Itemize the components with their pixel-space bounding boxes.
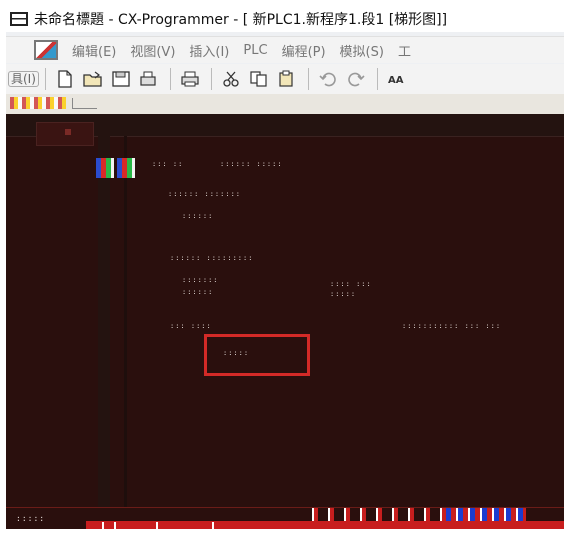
selected-cell-cursor[interactable]: ::::: — [204, 334, 310, 376]
redo-icon — [348, 72, 365, 87]
rung-4-output[interactable]: ::::::::::: ::: ::: — [402, 322, 501, 330]
rung-1-contact[interactable]: ::: :: — [152, 160, 183, 168]
print-icon — [181, 71, 199, 87]
rung-3-contact[interactable]: :::::: ::::::::: — [170, 254, 253, 262]
rung-3-output[interactable]: ::::: — [330, 290, 356, 298]
redo-button[interactable] — [343, 68, 369, 90]
app-icon[interactable] — [10, 12, 28, 26]
ladder-symbol-icons[interactable] — [10, 97, 66, 109]
toolbar-separator — [210, 68, 212, 90]
save-icon — [112, 71, 130, 87]
main-window: 未命名標題 - CX-Programmer - [ 新PLC1.新程序1.段1 … — [6, 6, 564, 529]
svg-text:AA: AA — [388, 75, 404, 86]
rung-4-contact[interactable]: ::: :::: — [170, 322, 212, 330]
rung-2-operand[interactable]: ::::::: — [182, 276, 219, 284]
find-icon: AA — [388, 75, 404, 86]
menu-program[interactable]: 编程(P) — [282, 41, 326, 60]
selected-cell-text: ::::: — [223, 349, 250, 357]
standard-toolbar: 具(I) AA — [6, 64, 564, 94]
secondary-toolbar — [6, 94, 564, 115]
left-power-rail — [98, 136, 110, 507]
menu-plc[interactable]: PLC — [243, 43, 267, 58]
rung-1-comment: :::::: — [182, 212, 214, 220]
undo-button[interactable] — [315, 68, 341, 90]
rung-cursor-marker[interactable] — [96, 158, 138, 178]
undo-icon — [319, 72, 336, 87]
toolbar-separator — [307, 68, 309, 90]
menu-simulate[interactable]: 模拟(S) — [340, 41, 384, 60]
find-button[interactable]: AA — [384, 68, 410, 90]
rung-1-coil[interactable]: :::::: ::::: — [220, 160, 283, 168]
rung-3-operand[interactable]: :::::: — [182, 288, 213, 296]
open-folder-icon — [83, 71, 102, 87]
cut-icon — [223, 71, 239, 87]
ladder-editor[interactable]: ::: :: :::::: ::::: :::::: :::::: ::::::… — [6, 114, 564, 507]
toolbar-separator — [376, 68, 378, 90]
rung-2-output[interactable]: :::: ::: — [330, 280, 372, 288]
status-tick — [114, 522, 116, 529]
status-bar: ::::: — [6, 507, 564, 529]
title-bar[interactable]: 未命名標題 - CX-Programmer - [ 新PLC1.新程序1.段1 … — [6, 6, 564, 32]
toolbar-separator — [169, 68, 171, 90]
status-tick — [156, 522, 158, 529]
menu-view[interactable]: 视图(V) — [130, 41, 175, 60]
print-button[interactable] — [177, 68, 203, 90]
paste-icon — [279, 70, 293, 87]
status-text: ::::: — [16, 514, 46, 523]
rung-number-column — [124, 136, 127, 507]
toolbar-separator — [44, 68, 46, 90]
new-file-button[interactable] — [52, 68, 78, 90]
status-indicators-right — [446, 508, 526, 522]
document-icon[interactable] — [34, 40, 58, 60]
paste-button[interactable] — [274, 68, 300, 90]
menu-bar: 编辑(E) 视图(V) 插入(I) PLC 编程(P) 模拟(S) 工 — [6, 36, 564, 63]
copy-button[interactable] — [246, 68, 272, 90]
open-button[interactable] — [80, 68, 106, 90]
ladder-header — [6, 114, 564, 146]
menu-insert[interactable]: 插入(I) — [189, 41, 229, 60]
section-tab[interactable] — [36, 122, 94, 146]
save-button[interactable] — [108, 68, 134, 90]
print-preview-button[interactable] — [136, 68, 162, 90]
cut-button[interactable] — [218, 68, 244, 90]
rung-2-contact[interactable]: :::::: ::::::: — [168, 190, 241, 198]
rung-line-icon[interactable] — [72, 98, 97, 109]
new-file-icon — [58, 70, 72, 88]
toolbar-grip[interactable]: 具(I) — [8, 71, 39, 87]
menu-tools[interactable]: 工 — [398, 41, 411, 60]
section-tab-marker — [65, 129, 71, 135]
print-preview-icon — [140, 71, 156, 86]
window-title: 未命名標題 - CX-Programmer - [ 新PLC1.新程序1.段1 … — [34, 12, 448, 28]
status-tick — [102, 522, 104, 529]
menu-edit[interactable]: 编辑(E) — [72, 41, 116, 60]
status-tick — [212, 522, 214, 529]
copy-icon — [250, 71, 267, 87]
